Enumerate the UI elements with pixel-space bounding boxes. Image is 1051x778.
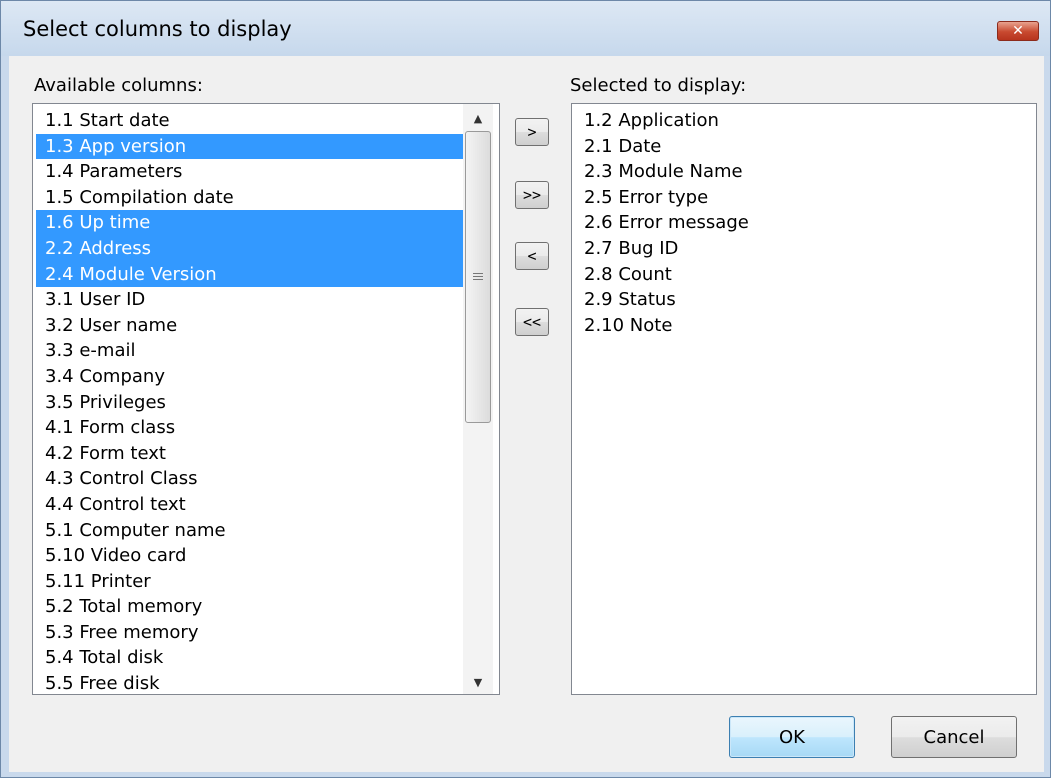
selected-columns-label: Selected to display: — [570, 75, 747, 96]
remove-all-button[interactable]: << — [515, 308, 549, 336]
list-item[interactable]: 2.10 Note — [575, 313, 749, 339]
list-item[interactable]: 5.4 Total disk — [36, 645, 465, 671]
title-bar[interactable]: Select columns to display ✕ — [1, 1, 1050, 56]
available-list-scrollbar[interactable]: ▲ ▼ — [463, 104, 493, 694]
dialog-title: Select columns to display — [23, 17, 292, 41]
list-item[interactable]: 1.5 Compilation date — [36, 185, 465, 211]
close-button[interactable]: ✕ — [997, 21, 1039, 41]
dialog-body: Available columns: Selected to display: … — [9, 56, 1044, 772]
list-item[interactable]: 5.11 Printer — [36, 569, 465, 595]
list-item[interactable]: 1.4 Parameters — [36, 159, 465, 185]
close-icon: ✕ — [1012, 23, 1024, 39]
list-item[interactable]: 5.5 Free disk — [36, 671, 465, 694]
add-all-button[interactable]: >> — [515, 181, 549, 209]
available-items-container: 1.1 Start date 1.3 App version 1.4 Paramet… — [36, 108, 465, 694]
list-item[interactable]: 2.5 Error type — [575, 185, 749, 211]
list-item[interactable]: 5.2 Total memory — [36, 594, 465, 620]
selected-columns-list[interactable]: 1.2 Application 2.1 Date 2.3 Module Name 2.… — [571, 103, 1037, 695]
list-item[interactable]: 4.1 Form class — [36, 415, 465, 441]
list-item[interactable]: 2.6 Error message — [575, 210, 749, 236]
scrollbar-thumb[interactable] — [465, 131, 491, 423]
ok-button[interactable]: OK — [729, 716, 855, 758]
list-item[interactable]: 2.9 Status — [575, 287, 749, 313]
list-item[interactable]: 2.3 Module Name — [575, 159, 749, 185]
list-item[interactable]: 5.10 Video card — [36, 543, 465, 569]
list-item[interactable]: 1.1 Start date — [36, 108, 465, 134]
list-item[interactable]: 1.2 Application — [575, 108, 749, 134]
list-item[interactable]: 1.6 Up time — [36, 210, 465, 236]
list-item[interactable]: 3.4 Company — [36, 364, 465, 390]
list-item[interactable]: 2.8 Count — [575, 262, 749, 288]
add-selected-button[interactable]: > — [515, 118, 549, 146]
list-item[interactable]: 2.7 Bug ID — [575, 236, 749, 262]
list-item[interactable]: 3.1 User ID — [36, 287, 465, 313]
list-item[interactable]: 5.3 Free memory — [36, 620, 465, 646]
list-item[interactable]: 3.5 Privileges — [36, 390, 465, 416]
scroll-down-arrow-icon[interactable]: ▼ — [463, 670, 493, 694]
list-item[interactable]: 3.2 User name — [36, 313, 465, 339]
list-item[interactable]: 2.1 Date — [575, 134, 749, 160]
select-columns-dialog: Select columns to display ✕ Available co… — [0, 0, 1051, 778]
list-item[interactable]: 2.2 Address — [36, 235, 465, 262]
list-item[interactable]: 2.4 Module Version — [36, 261, 465, 288]
available-columns-list[interactable]: 1.1 Start date 1.3 App version 1.4 Paramet… — [32, 103, 500, 695]
grip-icon — [473, 273, 483, 281]
list-item[interactable]: 3.3 e-mail — [36, 338, 465, 364]
remove-selected-button[interactable]: < — [515, 242, 549, 270]
selected-items-container: 1.2 Application 2.1 Date 2.3 Module Name 2.… — [575, 108, 749, 338]
list-item[interactable]: 4.4 Control text — [36, 492, 465, 518]
list-item[interactable]: 4.2 Form text — [36, 441, 465, 467]
available-columns-label: Available columns: — [34, 75, 203, 96]
list-item[interactable]: 4.3 Control Class — [36, 466, 465, 492]
list-item[interactable]: 5.1 Computer name — [36, 518, 465, 544]
cancel-button[interactable]: Cancel — [891, 716, 1017, 758]
scroll-up-arrow-icon[interactable]: ▲ — [463, 106, 493, 130]
list-item[interactable]: 1.3 App version — [36, 133, 465, 160]
